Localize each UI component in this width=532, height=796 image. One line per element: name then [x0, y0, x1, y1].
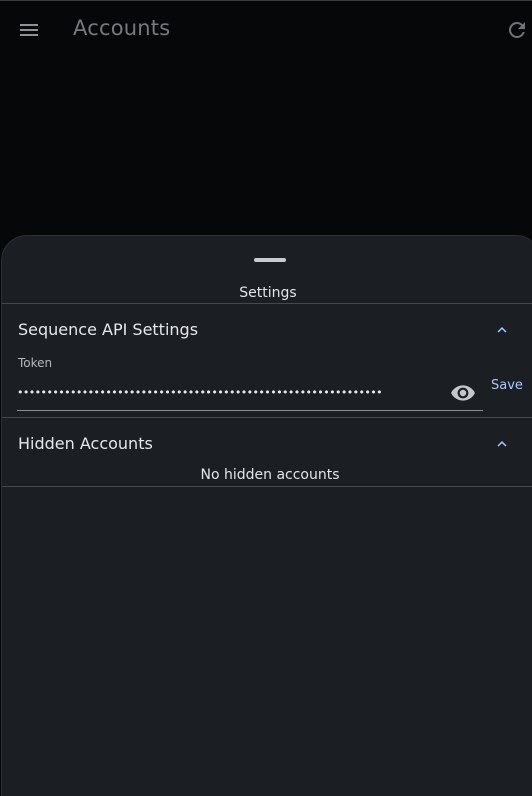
- refresh-icon[interactable]: [505, 18, 529, 42]
- token-field[interactable]: ••••••••••••••••••••••••••••••••••••••••…: [17, 375, 483, 411]
- sheet-title: Settings: [239, 285, 297, 301]
- page-title: Accounts: [73, 16, 171, 40]
- drag-handle[interactable]: [254, 258, 286, 262]
- app-bar: Accounts: [0, 0, 532, 58]
- save-button[interactable]: Save: [491, 375, 531, 395]
- sequence-api-settings-header[interactable]: Sequence API Settings: [2, 309, 532, 349]
- divider: [2, 417, 532, 418]
- eye-icon[interactable]: [450, 380, 476, 406]
- divider: [2, 486, 532, 487]
- settings-bottom-sheet: Settings Sequence API Settings Token •••…: [1, 235, 532, 796]
- chevron-up-icon: [497, 327, 507, 333]
- empty-state-text: No hidden accounts: [200, 467, 340, 483]
- token-label: Token: [18, 356, 53, 370]
- divider: [2, 303, 532, 304]
- chevron-up-icon: [497, 441, 507, 447]
- menu-icon[interactable]: [17, 18, 41, 42]
- section-title: Sequence API Settings: [18, 320, 199, 339]
- section-title: Hidden Accounts: [18, 434, 153, 453]
- hidden-accounts-header[interactable]: Hidden Accounts: [2, 423, 532, 463]
- token-value: ••••••••••••••••••••••••••••••••••••••••…: [17, 386, 383, 399]
